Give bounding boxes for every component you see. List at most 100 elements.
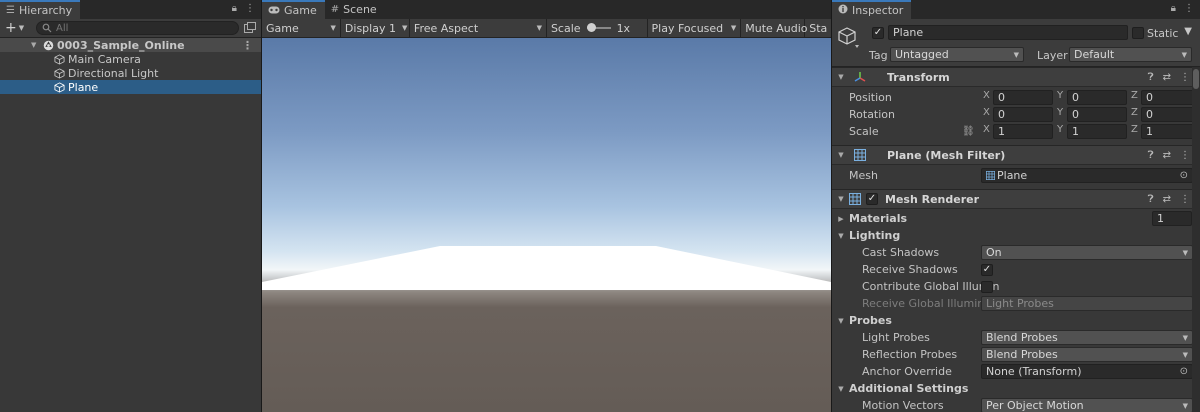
probes-section[interactable]: ▼ Probes xyxy=(832,312,1200,329)
scale-y-field[interactable]: 1 xyxy=(1067,124,1127,139)
fold-arrow-icon[interactable]: ▼ xyxy=(835,195,847,203)
mesh-renderer-header[interactable]: ▼ ✓ Mesh Renderer ❓︎ ⇄ ⋮ xyxy=(832,189,1200,209)
kebab-menu-icon[interactable]: ⋮ xyxy=(1184,3,1194,14)
fold-arrow-icon[interactable]: ▼ xyxy=(835,73,847,81)
fold-arrow-right-icon[interactable]: ▶ xyxy=(835,215,847,223)
receive-shadows-label: Receive Shadows xyxy=(862,263,958,276)
help-icon[interactable]: ❓︎ xyxy=(1148,150,1154,161)
tab-scene[interactable]: # Scene xyxy=(324,0,385,19)
scale-z-value: 1 xyxy=(1146,125,1153,138)
hierarchy-search[interactable] xyxy=(36,21,239,35)
view-mode-label: Game xyxy=(266,21,299,35)
transform-header[interactable]: ▼ Transform ❓︎ ⇄ ⋮ xyxy=(832,67,1200,87)
tab-hierarchy[interactable]: ☰ Hierarchy xyxy=(0,0,81,19)
scale-z-field[interactable]: 1 xyxy=(1141,124,1197,139)
receive-gi-dropdown: Light Probes xyxy=(981,296,1193,311)
gameobject-cube-icon[interactable] xyxy=(838,27,860,52)
list-item[interactable]: Main Camera xyxy=(0,52,261,66)
fold-arrow-icon[interactable]: ▼ xyxy=(31,41,36,49)
object-picker-icon[interactable]: ⊙ xyxy=(1180,366,1188,377)
mesh-renderer-title: Mesh Renderer xyxy=(885,192,980,206)
search-icon xyxy=(42,23,52,33)
tag-dropdown[interactable]: Untagged ▼ xyxy=(890,47,1024,62)
light-probes-dropdown[interactable]: Blend Probes ▼ xyxy=(981,330,1193,345)
mute-audio-label: Mute Audio xyxy=(745,21,808,35)
reflection-probes-dropdown[interactable]: Blend Probes ▼ xyxy=(981,347,1193,362)
scene-menu-icon[interactable]: ⋮ xyxy=(242,39,253,52)
receive-gi-value: Light Probes xyxy=(986,297,1054,310)
cast-shadows-row: Cast Shadows On ▼ xyxy=(832,244,1200,261)
search-input[interactable] xyxy=(56,22,216,34)
aspect-dropdown[interactable]: Free Aspect ▼ xyxy=(410,18,547,38)
mesh-filter-header[interactable]: ▼ Plane (Mesh Filter) ❓︎ ⇄ ⋮ xyxy=(832,145,1200,165)
active-checkbox[interactable]: ✓ xyxy=(872,27,884,39)
kebab-menu-icon[interactable]: ⋮ xyxy=(1180,150,1190,161)
materials-count-field[interactable]: 1 xyxy=(1152,211,1192,226)
rotation-label: Rotation xyxy=(849,108,896,121)
inspector-scroll-thumb[interactable] xyxy=(1193,69,1199,89)
tab-game[interactable]: Game xyxy=(262,0,325,19)
object-name-field[interactable]: Plane xyxy=(888,25,1128,40)
fold-arrow-icon[interactable]: ▼ xyxy=(835,385,847,393)
inspector-scrollbar[interactable] xyxy=(1192,67,1200,412)
tab-inspector[interactable]: Inspector xyxy=(832,0,912,19)
layer-dropdown[interactable]: Default ▼ xyxy=(1069,47,1192,62)
help-icon[interactable]: ❓︎ xyxy=(1148,72,1154,83)
scene-visibility-icon[interactable] xyxy=(244,22,256,36)
receive-shadows-checkbox[interactable]: ✓ xyxy=(981,263,993,276)
help-icon[interactable]: ❓︎ xyxy=(1148,194,1154,205)
stats-button[interactable]: Sta xyxy=(805,19,831,38)
motion-vectors-label: Motion Vectors xyxy=(862,399,944,412)
list-item[interactable]: Plane xyxy=(0,80,261,94)
lock-icon[interactable]: 🔒︎ xyxy=(1171,3,1176,14)
view-mode-dropdown[interactable]: Game ▼ xyxy=(262,18,341,38)
static-checkbox[interactable] xyxy=(1132,27,1144,39)
rotation-x-field[interactable]: 0 xyxy=(993,107,1053,122)
preset-icon[interactable]: ⇄ xyxy=(1163,150,1171,161)
scale-slider[interactable] xyxy=(586,23,611,32)
scene-row[interactable]: ▼ 0003_Sample_Online ⋮ xyxy=(0,38,261,52)
position-z-field[interactable]: 0 xyxy=(1141,90,1197,105)
additional-settings-section[interactable]: ▼ Additional Settings xyxy=(832,380,1200,397)
constrain-proportions-icon[interactable]: ⛓ xyxy=(962,126,975,137)
object-name-value: Plane xyxy=(893,26,924,39)
contribute-gi-checkbox[interactable] xyxy=(981,280,993,293)
list-item[interactable]: Directional Light xyxy=(0,66,261,80)
materials-section[interactable]: ▶ Materials 1 xyxy=(832,210,1200,227)
kebab-menu-icon[interactable]: ⋮ xyxy=(1180,72,1190,83)
fold-arrow-icon[interactable]: ▼ xyxy=(835,232,847,240)
display-dropdown[interactable]: Display 1 ▼ xyxy=(341,18,410,38)
light-probes-value: Blend Probes xyxy=(986,331,1058,344)
chevron-down-icon: ▼ xyxy=(1013,50,1019,59)
position-y-field[interactable]: 0 xyxy=(1067,90,1127,105)
kebab-menu-icon[interactable]: ⋮ xyxy=(1180,194,1190,205)
static-dropdown-icon[interactable]: ▼ xyxy=(1184,26,1192,37)
position-x-field[interactable]: 0 xyxy=(993,90,1053,105)
inspector-header: ✓ Plane Static ▼ Tag Untagged ▼ Layer De… xyxy=(832,19,1200,67)
object-picker-icon[interactable]: ⊙ xyxy=(1180,170,1188,181)
anchor-override-field[interactable]: None (Transform) ⊙ xyxy=(981,364,1193,379)
materials-label: Materials xyxy=(849,212,908,225)
fold-arrow-icon[interactable]: ▼ xyxy=(835,151,847,159)
lighting-label: Lighting xyxy=(849,229,901,242)
kebab-menu-icon[interactable]: ⋮ xyxy=(245,3,255,14)
motion-vectors-value: Per Object Motion xyxy=(986,399,1084,412)
add-button[interactable]: + ▼ xyxy=(0,20,30,36)
game-viewport[interactable] xyxy=(262,38,831,412)
mesh-object-field[interactable]: Plane ⊙ xyxy=(981,168,1193,183)
motion-vectors-dropdown[interactable]: Per Object Motion ▼ xyxy=(981,398,1193,412)
cast-shadows-dropdown[interactable]: On ▼ xyxy=(981,245,1193,260)
preset-icon[interactable]: ⇄ xyxy=(1163,194,1171,205)
lock-icon[interactable]: 🔒︎ xyxy=(232,3,237,14)
play-mode-dropdown[interactable]: Play Focused ▼ xyxy=(648,18,742,38)
reflection-probes-value: Blend Probes xyxy=(986,348,1058,361)
rotation-y-field[interactable]: 0 xyxy=(1067,107,1127,122)
lighting-section[interactable]: ▼ Lighting xyxy=(832,227,1200,244)
mute-audio-button[interactable]: Mute Audio xyxy=(741,18,808,38)
fold-arrow-icon[interactable]: ▼ xyxy=(835,317,847,325)
preset-icon[interactable]: ⇄ xyxy=(1163,72,1171,83)
scale-control[interactable]: Scale 1x xyxy=(547,18,648,38)
mesh-renderer-enabled-checkbox[interactable]: ✓ xyxy=(866,193,878,205)
scale-x-field[interactable]: 1 xyxy=(993,124,1053,139)
rotation-z-field[interactable]: 0 xyxy=(1141,107,1197,122)
